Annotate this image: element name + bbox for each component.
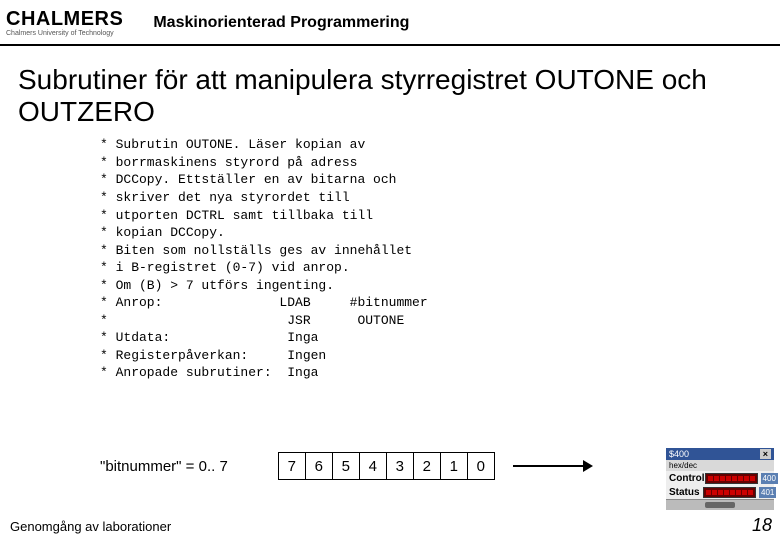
close-icon: ×: [760, 449, 771, 459]
code-comment-block: * Subrutin OUTONE. Läser kopian av * bor…: [100, 136, 780, 382]
led-strip: [705, 473, 758, 484]
module-row-addr: 401: [759, 487, 776, 498]
bit-cell: 6: [305, 453, 332, 480]
bitnum-label: "bitnummer" = 0.. 7: [100, 458, 228, 475]
lower-row: "bitnummer" = 0.. 7 7 6 5 4 3 2 1 0: [0, 452, 780, 480]
module-connector: [666, 499, 774, 510]
bit-table: 7 6 5 4 3 2 1 0: [278, 452, 495, 480]
bit-cell: 2: [413, 453, 440, 480]
led-strip: [703, 487, 756, 498]
page-number: 18: [752, 515, 772, 536]
bit-cell: 4: [359, 453, 386, 480]
module-address: $400: [669, 449, 689, 459]
module-titlebar: $400 ×: [666, 448, 774, 460]
module-row-addr: 400: [761, 473, 778, 484]
bit-cell: 0: [467, 453, 494, 480]
module-row-control: Control 400: [666, 471, 774, 485]
bit-cell: 3: [386, 453, 413, 480]
bit-cell: 1: [440, 453, 467, 480]
arrow-icon: [513, 460, 593, 472]
course-title: Maskinorienterad Programmering: [153, 14, 409, 32]
slide-header: CHALMERS Chalmers University of Technolo…: [0, 0, 780, 46]
slide-title: Subrutiner för att manipulera styrregist…: [18, 64, 762, 128]
module-row-label: Status: [669, 487, 703, 498]
chalmers-logo: CHALMERS Chalmers University of Technolo…: [6, 9, 123, 37]
logo-main: CHALMERS: [6, 9, 123, 29]
footer-text: Genomgång av laborationer: [10, 519, 171, 534]
bit-cell: 7: [278, 453, 305, 480]
module-sub: hex/dec: [666, 460, 774, 471]
io-module: $400 × hex/dec Control 400 Status 401: [666, 448, 774, 510]
logo-sub: Chalmers University of Technology: [6, 30, 123, 37]
module-row-status: Status 401: [666, 485, 774, 499]
bit-cell: 5: [332, 453, 359, 480]
module-row-label: Control: [669, 473, 705, 484]
